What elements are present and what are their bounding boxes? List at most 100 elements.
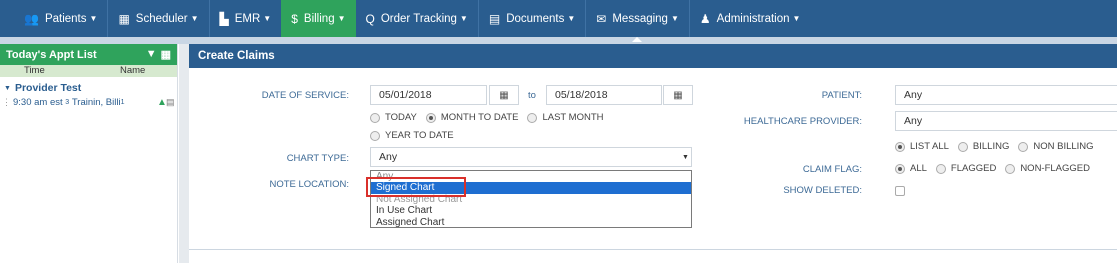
document-icon: ▤ <box>488 11 501 26</box>
caret-down-icon: ▼ <box>337 14 346 23</box>
radio-list-all[interactable]: LIST ALL <box>895 141 949 152</box>
caret-down-icon: ▼ <box>190 14 199 23</box>
nav-scheduler[interactable]: ▦ Scheduler ▼ <box>108 0 208 37</box>
col-time: Time <box>24 65 45 76</box>
caret-down-icon: ▼ <box>89 14 98 23</box>
radio-last-month[interactable]: LAST MONTH <box>527 112 604 123</box>
document-icon[interactable]: ▤ <box>166 97 175 108</box>
radio-circle[interactable] <box>1005 163 1016 174</box>
caret-down-icon: ▼ <box>459 14 468 23</box>
radio-month-to-date-label: MONTH TO DATE <box>440 112 519 123</box>
chart-type-option-assigned[interactable]: Assigned Chart <box>371 217 691 228</box>
date-range-radios-row2: YEAR TO DATE <box>370 130 463 141</box>
calendar-icon[interactable]: ▦ <box>161 48 171 61</box>
nav-administration[interactable]: ♟ Administration ▼ <box>690 0 811 37</box>
create-claims-panel: Create Claims DATE OF SERVICE: 05/01/201… <box>189 44 1117 263</box>
panel-gap <box>179 44 189 263</box>
chart-type-option-in-use[interactable]: In Use Chart <box>371 205 691 216</box>
date-to-input[interactable]: 05/18/2018 <box>546 85 662 105</box>
radio-flagged-label: FLAGGED <box>950 163 997 174</box>
show-deleted-checkbox[interactable] <box>895 186 905 196</box>
nav-scheduler-label: Scheduler <box>135 12 188 25</box>
radio-list-all-label: LIST ALL <box>910 141 949 152</box>
emr-icon: ▙ <box>219 11 229 26</box>
radio-circle[interactable] <box>1018 141 1029 152</box>
radio-flagged[interactable]: FLAGGED <box>935 163 997 174</box>
nav-patients[interactable]: 👥 Patients ▼ <box>14 0 107 37</box>
provider-group-label: Provider Test <box>14 82 82 94</box>
envelope-icon: ✉ <box>596 11 607 26</box>
radio-circle-selected[interactable] <box>895 163 905 174</box>
claim-flag-label: CLAIM FLAG: <box>802 164 862 175</box>
date-of-service-label: DATE OF SERVICE: <box>261 90 349 101</box>
radio-today[interactable]: TODAY <box>370 112 417 123</box>
caret-down-icon: ▼ <box>792 14 801 23</box>
chart-type-value: Any <box>379 151 398 163</box>
radio-month-to-date[interactable]: MONTH TO DATE <box>425 112 519 123</box>
radio-year-to-date-label: YEAR TO DATE <box>385 130 454 141</box>
nav-patients-label: Patients <box>44 12 87 25</box>
panel-bottom-border <box>189 249 1117 250</box>
calendar-icon: ▦ <box>673 89 683 101</box>
appt-list-title: Today's Appt List <box>6 48 97 61</box>
radio-circle[interactable] <box>935 163 946 174</box>
radio-circle[interactable] <box>370 130 380 141</box>
chart-type-label: CHART TYPE: <box>286 153 349 164</box>
nav-emr[interactable]: ▙ EMR ▼ <box>210 0 282 37</box>
create-claims-title: Create Claims <box>198 50 275 62</box>
radio-circle-selected[interactable] <box>425 112 436 123</box>
appt-list-columns: Time Name <box>0 65 177 77</box>
patient-input[interactable]: Any <box>895 85 1117 105</box>
collapse-caret-icon[interactable] <box>632 37 642 42</box>
radio-circle-selected[interactable] <box>895 141 905 152</box>
appt-type: est <box>49 96 63 108</box>
patients-icon: 👥 <box>24 11 39 26</box>
nav-messaging[interactable]: ✉ Messaging ▼ <box>586 0 689 37</box>
create-claims-header: Create Claims <box>189 44 1117 68</box>
filter-icon[interactable]: ▼ <box>146 48 157 61</box>
date-from-input[interactable]: 05/01/2018 <box>370 85 487 105</box>
radio-non-billing-label: NON BILLING <box>1033 141 1094 152</box>
nav-underbar <box>0 37 1117 44</box>
nav-billing-label: Billing <box>303 12 335 25</box>
radio-non-flagged[interactable]: NON-FLAGGED <box>1005 163 1090 174</box>
nav-billing[interactable]: $ Billing ▼ <box>281 0 356 37</box>
appt-row[interactable]: ⋮ 9:30 am est 3 Trainin, Billi 1 ▲ ▤ <box>0 95 177 109</box>
note-location-label: NOTE LOCATION: <box>269 179 349 190</box>
appt-list-header: Today's Appt List ▼ ▦ <box>0 44 177 65</box>
radio-non-flagged-label: NON-FLAGGED <box>1020 163 1090 174</box>
healthcare-provider-input[interactable]: Any <box>895 111 1117 131</box>
highlight-annotation-box <box>366 177 466 197</box>
nav-emr-label: EMR <box>234 12 261 25</box>
nav-order-tracking[interactable]: Q Order Tracking ▼ <box>356 0 478 37</box>
expand-triangle-icon[interactable]: ▼ <box>4 85 11 92</box>
nav-order-tracking-label: Order Tracking <box>380 12 457 25</box>
radio-circle[interactable] <box>370 112 380 123</box>
caret-down-icon: ▼ <box>263 14 272 23</box>
radio-year-to-date[interactable]: YEAR TO DATE <box>370 130 454 141</box>
radio-billing-label: BILLING <box>972 141 1010 152</box>
show-deleted-label: SHOW DELETED: <box>783 185 862 196</box>
radio-non-billing[interactable]: NON BILLING <box>1018 141 1094 152</box>
radio-last-month-label: LAST MONTH <box>542 112 604 123</box>
radio-claim-all[interactable]: ALL <box>895 163 927 174</box>
radio-billing[interactable]: BILLING <box>957 141 1010 152</box>
claim-flag-radios: ALL FLAGGED NON-FLAGGED <box>895 163 1099 174</box>
date-range-radios: TODAY MONTH TO DATE LAST MONTH <box>370 112 613 123</box>
radio-circle[interactable] <box>527 112 538 123</box>
drag-handle-icon[interactable]: ⋮ <box>2 97 11 108</box>
chart-type-select[interactable]: Any <box>370 147 692 167</box>
calendar-icon: ▦ <box>118 11 130 26</box>
radio-claim-all-label: ALL <box>910 163 927 174</box>
date-from-calendar-button[interactable]: ▦ <box>489 85 519 105</box>
nav-administration-label: Administration <box>716 12 790 25</box>
radio-circle[interactable] <box>957 141 968 152</box>
provider-group[interactable]: ▼ Provider Test <box>0 81 177 95</box>
date-to-calendar-button[interactable]: ▦ <box>663 85 693 105</box>
nav-documents[interactable]: ▤ Documents ▼ <box>479 0 585 37</box>
appt-time: 9:30 am <box>13 96 48 108</box>
healthcare-provider-label: HEALTHCARE PROVIDER: <box>743 116 862 127</box>
col-name: Name <box>120 65 146 76</box>
date-to-label: to <box>528 90 536 101</box>
appt-list-panel: Today's Appt List ▼ ▦ Time Name ▼ Provid… <box>0 44 178 263</box>
